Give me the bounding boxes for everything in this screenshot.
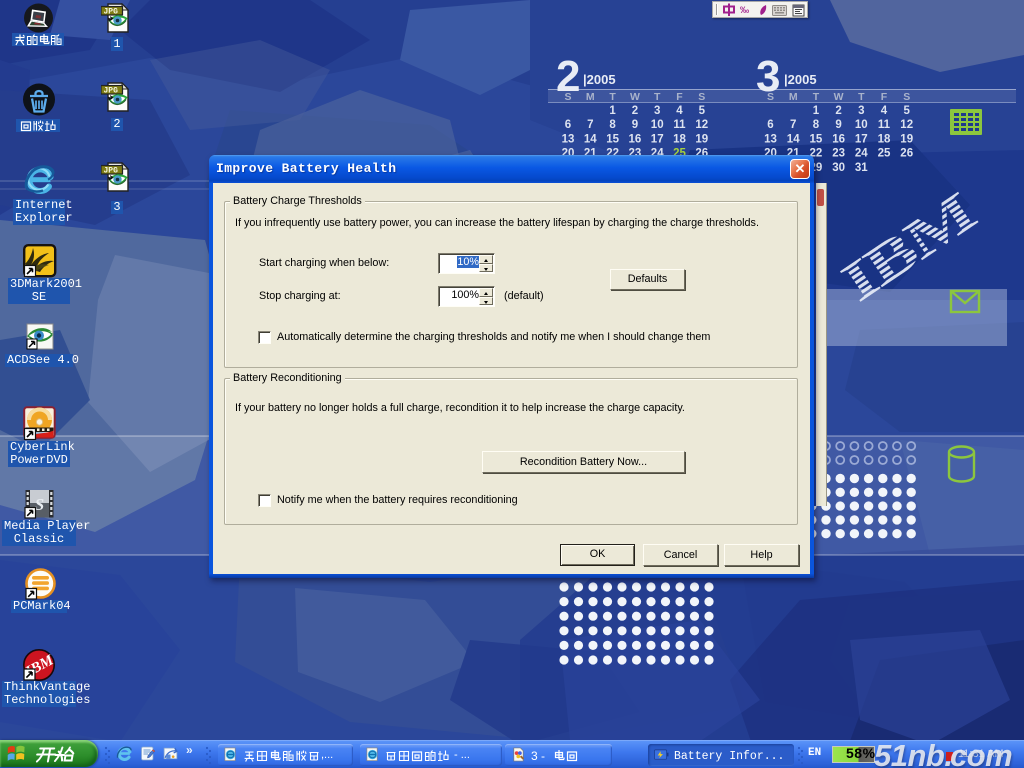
svg-text:M: M bbox=[789, 91, 798, 103]
svg-text:|2005: |2005 bbox=[583, 72, 616, 87]
svg-text:13: 13 bbox=[562, 133, 575, 145]
svg-text:4: 4 bbox=[881, 105, 888, 117]
svg-text:8: 8 bbox=[609, 119, 616, 131]
svg-text:1: 1 bbox=[813, 105, 820, 117]
svg-text:|2005: |2005 bbox=[784, 72, 817, 87]
svg-text:30: 30 bbox=[832, 162, 845, 174]
svg-text:S: S bbox=[903, 91, 910, 103]
svg-text:26: 26 bbox=[900, 148, 913, 160]
svg-text:‰: ‰ bbox=[740, 5, 749, 15]
svg-text:F: F bbox=[881, 91, 888, 103]
svg-text:24: 24 bbox=[855, 148, 868, 160]
svg-text:7: 7 bbox=[790, 119, 796, 131]
svg-text:15: 15 bbox=[606, 133, 619, 145]
svg-text:12: 12 bbox=[695, 119, 708, 131]
svg-text:17: 17 bbox=[651, 133, 664, 145]
svg-text:2: 2 bbox=[835, 105, 841, 117]
svg-text:F: F bbox=[676, 91, 683, 103]
svg-text:W: W bbox=[630, 91, 640, 103]
svg-text:16: 16 bbox=[629, 133, 642, 145]
svg-text:1: 1 bbox=[609, 105, 616, 117]
svg-text:25: 25 bbox=[878, 148, 891, 160]
svg-text:S: S bbox=[35, 495, 44, 514]
svg-text:M: M bbox=[586, 91, 595, 103]
svg-text:14: 14 bbox=[584, 133, 597, 145]
svg-text:5: 5 bbox=[699, 105, 706, 117]
svg-text:11: 11 bbox=[673, 119, 686, 131]
svg-text:12: 12 bbox=[900, 119, 913, 131]
svg-text:T: T bbox=[609, 91, 616, 103]
svg-text:2: 2 bbox=[632, 105, 638, 117]
svg-text:11: 11 bbox=[878, 119, 891, 131]
svg-text:10: 10 bbox=[855, 119, 868, 131]
svg-text:10: 10 bbox=[651, 119, 664, 131]
svg-text:19: 19 bbox=[695, 133, 708, 145]
svg-text:4: 4 bbox=[676, 105, 683, 117]
svg-text:18: 18 bbox=[673, 133, 686, 145]
svg-text:5: 5 bbox=[903, 105, 910, 117]
svg-text:8: 8 bbox=[813, 119, 820, 131]
svg-text:T: T bbox=[813, 91, 820, 103]
svg-text:14: 14 bbox=[787, 133, 800, 145]
svg-text:16: 16 bbox=[832, 133, 845, 145]
svg-text:S: S bbox=[698, 91, 705, 103]
svg-text:S: S bbox=[564, 91, 571, 103]
svg-text:S: S bbox=[767, 91, 774, 103]
svg-text:15: 15 bbox=[810, 133, 823, 145]
svg-text:18: 18 bbox=[878, 133, 891, 145]
svg-text:13: 13 bbox=[764, 133, 777, 145]
svg-text:23: 23 bbox=[832, 148, 845, 160]
svg-text:T: T bbox=[858, 91, 865, 103]
svg-text:W: W bbox=[834, 91, 844, 103]
svg-text:6: 6 bbox=[565, 119, 571, 131]
svg-text:6: 6 bbox=[767, 119, 773, 131]
svg-text:T: T bbox=[654, 91, 661, 103]
svg-text:9: 9 bbox=[835, 119, 841, 131]
svg-text:19: 19 bbox=[900, 133, 913, 145]
svg-text:3: 3 bbox=[858, 105, 864, 117]
svg-text:7: 7 bbox=[587, 119, 593, 131]
svg-text:9: 9 bbox=[632, 119, 638, 131]
svg-text:31: 31 bbox=[855, 162, 868, 174]
svg-text:3: 3 bbox=[654, 105, 660, 117]
svg-text:17: 17 bbox=[855, 133, 868, 145]
